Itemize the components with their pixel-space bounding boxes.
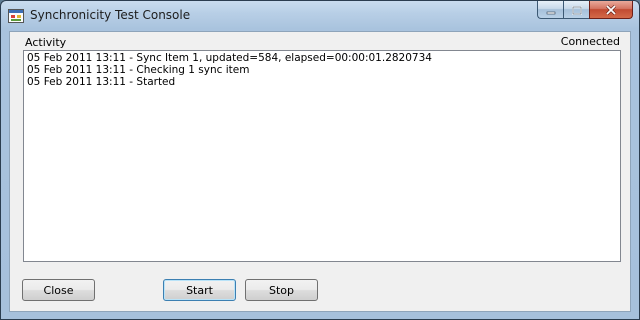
minimize-button[interactable] xyxy=(537,1,563,19)
app-window-icon[interactable] xyxy=(8,8,24,24)
app-window: Synchronicity Test Console Activity Conn… xyxy=(0,0,640,320)
log-entry[interactable]: 05 Feb 2011 13:11 - Started xyxy=(27,76,617,88)
connection-status: Connected xyxy=(560,35,620,48)
caption-buttons xyxy=(537,1,633,21)
close-window-button[interactable] xyxy=(589,1,633,19)
log-entry[interactable]: 05 Feb 2011 13:11 - Checking 1 sync item xyxy=(27,64,617,76)
stop-button[interactable]: Stop xyxy=(245,279,318,301)
maximize-button[interactable] xyxy=(563,1,589,19)
close-button[interactable]: Close xyxy=(22,279,95,301)
window-title: Synchronicity Test Console xyxy=(30,8,191,22)
client-area: Activity Connected 05 Feb 2011 13:11 - S… xyxy=(9,31,631,312)
activity-label: Activity xyxy=(25,36,67,49)
minimize-icon xyxy=(546,1,556,19)
title-bar[interactable]: Synchronicity Test Console xyxy=(1,1,639,31)
log-entry[interactable]: 05 Feb 2011 13:11 - Sync Item 1, updated… xyxy=(27,52,617,64)
close-icon xyxy=(605,1,617,19)
activity-log-list[interactable]: 05 Feb 2011 13:11 - Sync Item 1, updated… xyxy=(23,50,621,262)
start-button[interactable]: Start xyxy=(163,279,236,301)
maximize-icon xyxy=(571,1,582,19)
